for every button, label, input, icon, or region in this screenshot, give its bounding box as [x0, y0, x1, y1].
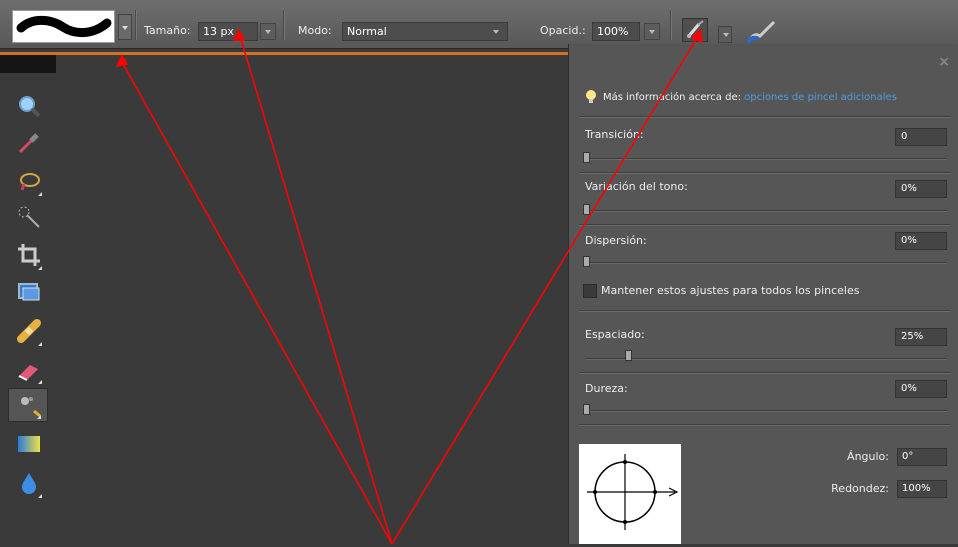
document-tab[interactable]	[0, 55, 56, 73]
angle-field[interactable]: 0°	[897, 448, 947, 466]
more-info-row: Más información acerca de: opciones de p…	[603, 92, 897, 103]
lasso-tool[interactable]	[8, 164, 48, 198]
brush-stroke-icon	[16, 15, 112, 37]
brush-preset-dropdown[interactable]	[118, 14, 132, 40]
lasso-icon	[20, 173, 40, 191]
hardness-field[interactable]: 0%	[895, 380, 947, 398]
divider	[579, 310, 951, 312]
gradient-tool[interactable]	[8, 428, 48, 462]
size-field[interactable]: 13 px	[198, 22, 258, 41]
paintbrush-icon	[746, 20, 776, 44]
crop-icon	[18, 244, 40, 266]
toolbox	[8, 90, 52, 530]
spacing-slider-thumb[interactable]	[625, 350, 632, 361]
brush-settings-panel: × Más información acerca de: opciones de…	[568, 44, 958, 544]
opacity-field[interactable]: 100%	[592, 22, 640, 41]
tablet-brush-button[interactable]	[744, 18, 780, 44]
separator	[670, 10, 672, 40]
arrow-to-size-field	[239, 35, 393, 544]
fade-slider[interactable]	[585, 158, 947, 160]
eraser-tool[interactable]	[8, 352, 48, 386]
scatter-field[interactable]: 0%	[895, 232, 947, 250]
divider	[579, 116, 951, 118]
divider	[579, 172, 951, 174]
hue-jitter-slider[interactable]	[585, 210, 947, 212]
submenu-corner-icon	[37, 415, 41, 419]
mode-label: Modo:	[298, 24, 332, 37]
brush-tool[interactable]	[8, 388, 48, 422]
separator	[283, 10, 285, 40]
scatter-slider[interactable]	[585, 262, 947, 264]
submenu-corner-icon	[38, 494, 42, 498]
hue-jitter-slider-thumb[interactable]	[583, 204, 590, 215]
mode-value: Normal	[347, 25, 387, 38]
submenu-corner-icon	[38, 342, 42, 346]
zoom-tool[interactable]	[8, 90, 48, 124]
water-drop-icon	[22, 473, 36, 494]
lightbulb-icon	[586, 90, 596, 103]
submenu-corner-icon	[38, 266, 42, 270]
document-tab-indicator	[0, 52, 570, 55]
fade-label: Transición:	[585, 128, 644, 141]
hue-jitter-label: Variación del tono:	[585, 180, 688, 193]
gradient-icon	[18, 436, 40, 452]
airbrush-toggle-button[interactable]	[682, 18, 708, 42]
hardness-slider-thumb[interactable]	[583, 404, 590, 415]
brush-preset-preview[interactable]	[12, 10, 115, 43]
submenu-corner-icon	[38, 380, 42, 384]
magic-wand-tool[interactable]	[8, 200, 48, 234]
airbrush-icon	[686, 20, 704, 38]
opacity-slider-button[interactable]	[644, 23, 660, 40]
hardness-slider[interactable]	[585, 410, 947, 412]
bandage-icon	[17, 319, 41, 343]
size-label: Tamaño:	[144, 24, 191, 37]
size-slider-button[interactable]	[260, 23, 276, 40]
submenu-corner-icon	[38, 192, 42, 196]
roundness-label: Redondez:	[831, 482, 889, 495]
chevron-down-icon	[493, 30, 499, 34]
brush-shape-preview[interactable]	[579, 444, 681, 544]
keep-settings-checkbox[interactable]	[583, 284, 597, 298]
more-info-prefix: Más información acerca de:	[603, 92, 741, 103]
fade-slider-thumb[interactable]	[583, 152, 590, 163]
divider	[579, 372, 951, 374]
arrowhead-icon	[115, 54, 129, 68]
fade-field[interactable]: 0	[895, 128, 947, 146]
opacity-label: Opacid.:	[540, 24, 586, 37]
arrow-to-brush-preset	[121, 61, 393, 544]
options-bar: Tamaño: 13 px Modo: Normal Opacid.: 100%	[0, 0, 958, 49]
spacing-slider[interactable]	[585, 358, 947, 360]
brush-settings-dropdown[interactable]	[718, 26, 732, 43]
mode-select[interactable]: Normal	[342, 22, 508, 41]
recompose-tool[interactable]	[8, 276, 48, 310]
angle-label: Ángulo:	[847, 450, 889, 463]
blur-tool[interactable]	[8, 466, 48, 500]
hardness-label: Dureza:	[585, 382, 628, 395]
recompose-icon	[18, 283, 40, 301]
eyedropper-tool[interactable]	[8, 126, 48, 160]
crop-tool[interactable]	[8, 238, 48, 272]
close-icon[interactable]: ×	[938, 54, 950, 70]
spacing-label: Espaciado:	[585, 328, 645, 341]
separator	[135, 10, 137, 40]
magnifier-icon	[19, 96, 41, 118]
healing-brush-tool[interactable]	[8, 314, 48, 348]
roundness-field[interactable]: 100%	[897, 480, 947, 498]
magic-wand-icon	[18, 206, 40, 228]
brush-options-link[interactable]: opciones de pincel adicionales	[744, 92, 897, 103]
spacing-field[interactable]: 25%	[895, 328, 947, 346]
eraser-icon	[18, 365, 38, 381]
hue-jitter-field[interactable]: 0%	[895, 180, 947, 198]
divider	[579, 424, 951, 426]
divider	[579, 224, 951, 226]
scatter-slider-thumb[interactable]	[583, 256, 590, 267]
keep-settings-label: Mantener estos ajustes para todos los pi…	[601, 284, 860, 297]
scatter-label: Dispersión:	[585, 234, 647, 247]
brush-angle-crosshair-icon	[587, 454, 679, 530]
eyedropper-icon	[18, 133, 39, 154]
